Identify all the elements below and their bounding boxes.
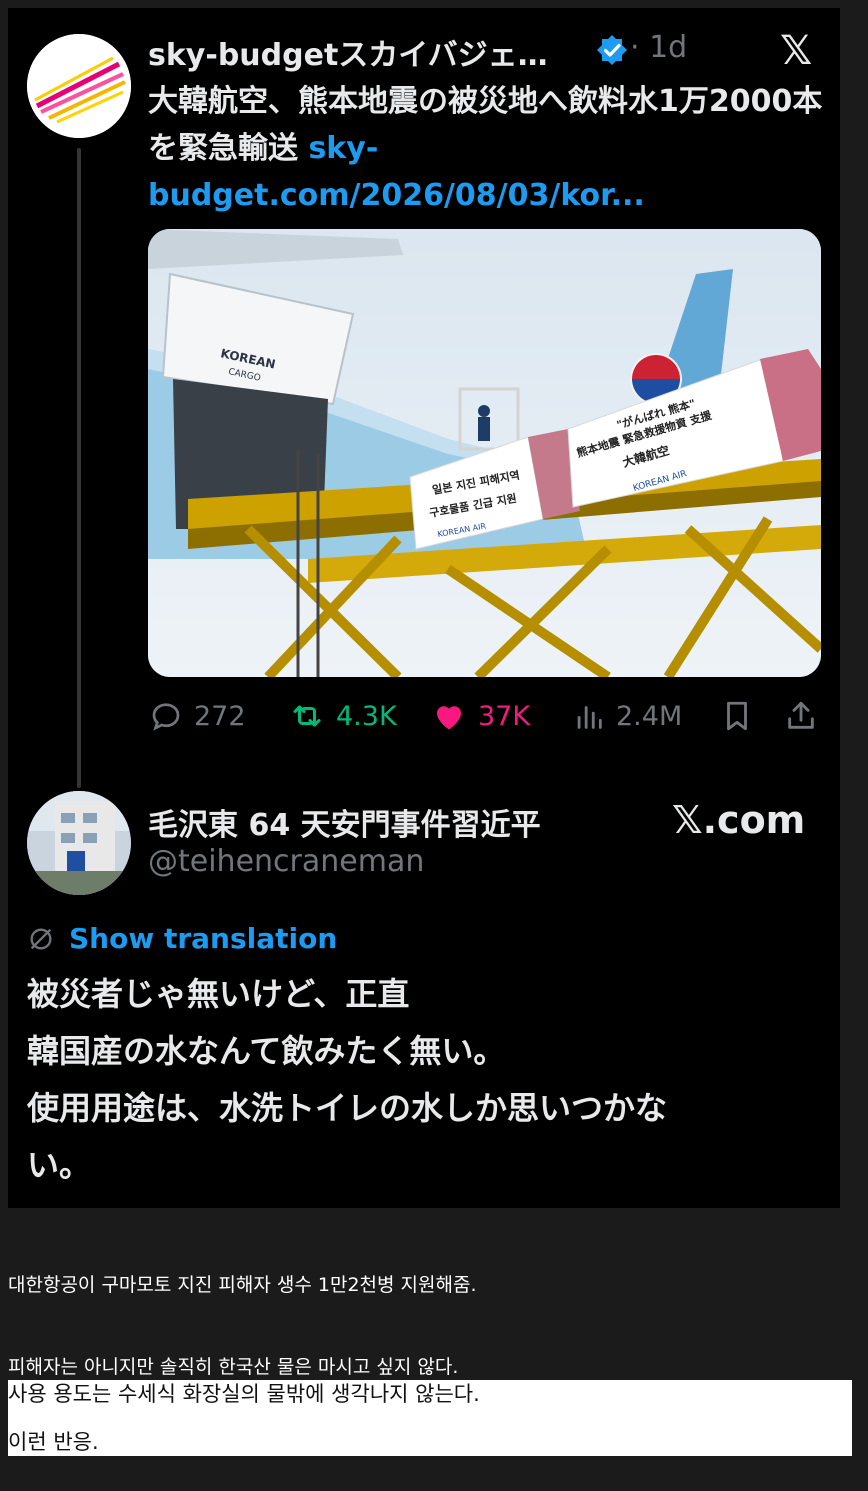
reply-line: 韓国産の水なんて飲みたく無い。: [27, 1032, 506, 1070]
heart-icon: [437, 706, 461, 730]
reply-author-handle[interactable]: @teihencraneman: [148, 844, 424, 879]
reply-body: 被災者じゃ無いけど、正直 韓国産の水なんて飲みたく無い。 使用用途は、水洗トイレ…: [27, 966, 817, 1194]
tweet-action-bar: 272 4.3K 37K 2.4M: [148, 696, 828, 736]
caption-line-4: 이런 반응.: [8, 1430, 99, 1454]
translate-globe-icon: [30, 928, 52, 949]
retweet-count: 4.3K: [336, 700, 397, 732]
reply-count: 272: [194, 700, 246, 732]
like-count: 37K: [478, 700, 531, 732]
verified-badge-icon: [597, 35, 627, 65]
reply-line: い。: [27, 1146, 92, 1184]
views-chart-icon: [577, 706, 602, 729]
reply-icon: [152, 703, 180, 731]
bookmark-button[interactable]: [720, 696, 764, 736]
tweet-text: 大韓航空、熊本地震の被災地へ飲料水1万2000本を緊急輸送: [148, 84, 823, 166]
show-translation-link[interactable]: Show translation: [27, 922, 337, 955]
x-logo-icon[interactable]: 𝕏: [780, 28, 812, 74]
tweet-screenshot-card: sky-budgetスカイバジェ… · 1d 𝕏 大韓航空、熊本地震の被災地へ飲…: [8, 8, 840, 1208]
tweet-body: 大韓航空、熊本地震の被災地へ飲料水1万2000本を緊急輸送 sky-budget…: [148, 78, 828, 219]
caption-line-3: 사용 용도는 수세식 화장실의 물밖에 생각나지 않는다.: [8, 1382, 480, 1406]
show-translation-label: Show translation: [69, 922, 338, 955]
cargo-loading-photo: KOREAN CARGO 일본 지진 피해지역 구호물품 긴급 지원 KOREA…: [148, 229, 821, 677]
sky-budget-avatar[interactable]: [27, 34, 131, 138]
caption-line-1: 대한항공이 구마모토 지진 피해자 생수 1만2천병 지원해줌.: [8, 1274, 477, 1296]
reply-author-avatar[interactable]: [27, 791, 131, 895]
caption-line-2: 피해자는 아니지만 솔직히 한국산 물은 마시고 싶지 않다.: [8, 1356, 459, 1378]
reply-author-name[interactable]: 毛沢東 64 天安門事件習近平: [148, 800, 541, 844]
retweet-icon: [293, 705, 321, 727]
share-button[interactable]: [784, 696, 828, 736]
tweet-media-image[interactable]: KOREAN CARGO 일본 지진 피해지역 구호물품 긴급 지원 KOREA…: [148, 229, 821, 677]
highlighted-caption-box: 사용 용도는 수세식 화장실의 물밖에 생각나지 않는다. 이런 반응.: [8, 1380, 852, 1456]
reply-line: 使用用途は、水洗トイレの水しか思いつかな: [27, 1089, 668, 1127]
reply-button[interactable]: 272: [148, 696, 246, 736]
reply-line: 被災者じゃ無いけど、正直: [27, 975, 410, 1013]
thread-connector-line: [77, 148, 81, 788]
retweet-button[interactable]: 4.3K: [288, 696, 397, 736]
like-button[interactable]: 37K: [430, 696, 530, 736]
bookmark-icon: [727, 701, 747, 731]
tweet-author-name[interactable]: sky-budgetスカイバジェ…: [148, 30, 548, 74]
share-icon: [788, 701, 814, 729]
tweet-timestamp[interactable]: · 1d: [630, 30, 687, 65]
views-count: 2.4M: [616, 700, 683, 732]
views-button[interactable]: 2.4M: [572, 696, 682, 736]
x-com-watermark: 𝕏.com: [672, 798, 806, 842]
